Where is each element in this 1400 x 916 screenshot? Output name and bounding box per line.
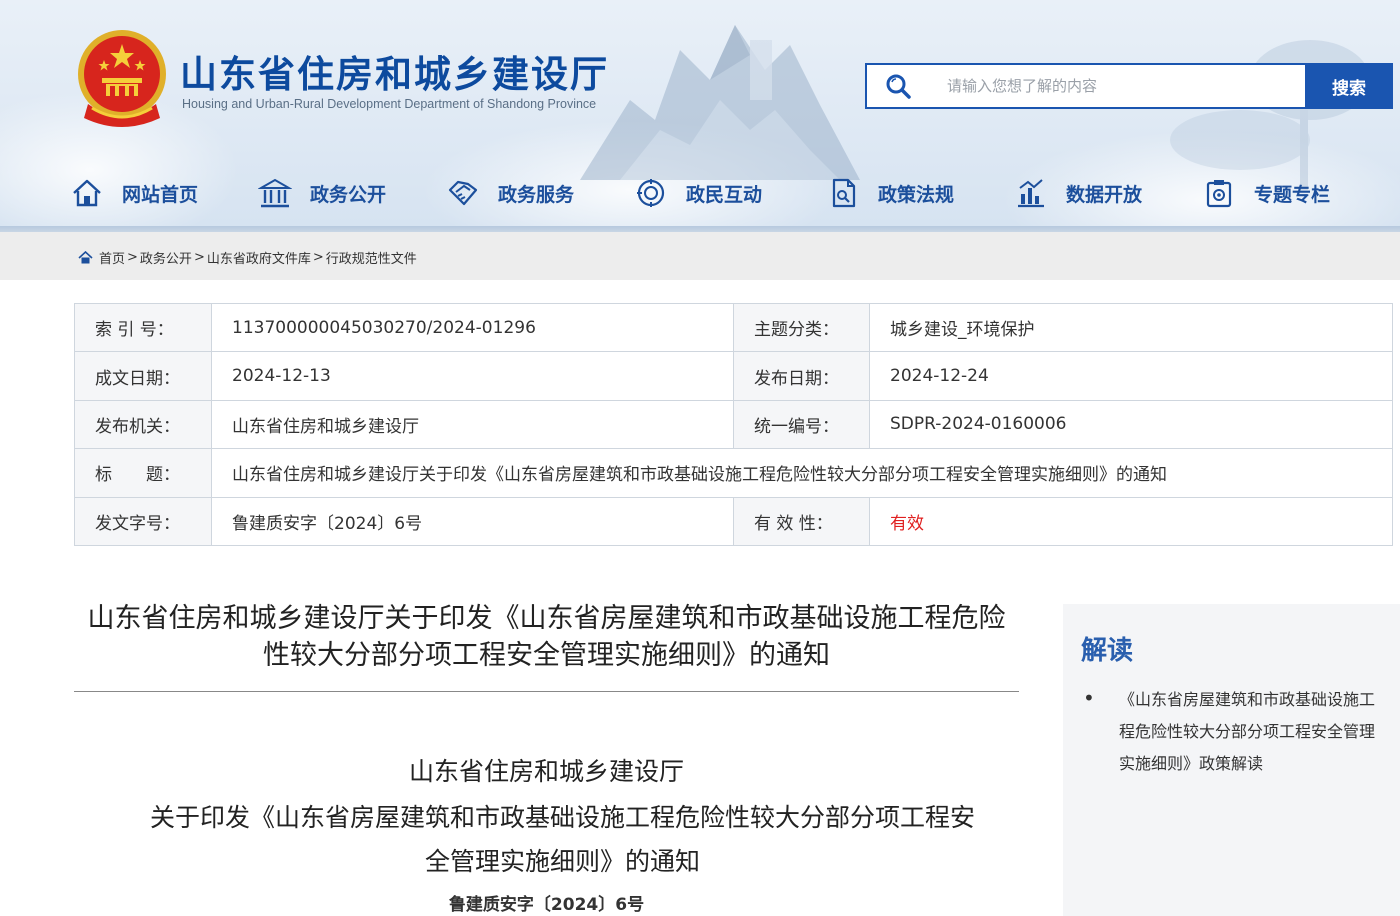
value-unified-number: SDPR-2024-0160006: [869, 399, 1393, 450]
nav-item-label: 专题专栏: [1254, 183, 1331, 206]
value-publish-date: 2024-12-24: [869, 351, 1393, 401]
label-written-date: 成文日期：: [74, 351, 212, 401]
interpretation-link[interactable]: 《山东省房屋建筑和市政基础设施工程危险性较大分部分项工程安全管理实施细则》政策解…: [1119, 684, 1379, 780]
nav-item-interaction[interactable]: 政民互动: [634, 170, 762, 216]
nav-item-label: 网站首页: [122, 183, 199, 206]
nav-item-label: 数据开放: [1066, 183, 1143, 206]
document-title: 关于印发《山东省房屋建筑和市政基础设施工程危险性较大分部分项工程安 全管理实施细…: [110, 796, 1015, 884]
label-title: 标 题：: [74, 448, 212, 498]
chat-icon: [637, 179, 665, 207]
main-nav: 网站首页 政务公开 政务服务 政民互动 政策法规 数据开放 专题专栏: [70, 170, 1390, 216]
search-button[interactable]: 搜索: [1305, 63, 1393, 109]
bullet-icon: •: [1083, 686, 1095, 710]
home-icon: [73, 179, 101, 207]
site-title[interactable]: 山东省住房和城乡建设厅: [180, 44, 609, 98]
nav-item-label: 政策法规: [878, 183, 955, 206]
national-emblem-logo: [78, 30, 166, 127]
nav-item-open-data[interactable]: 数据开放: [1014, 170, 1142, 216]
breadcrumb-separator: >: [127, 250, 138, 265]
document-icon: [832, 178, 856, 208]
value-title: 山东省住房和城乡建设厅关于印发《山东省房屋建筑和市政基础设施工程危险性较大分部分…: [211, 448, 1393, 498]
article-divider: [74, 691, 1019, 692]
label-validity: 有 效 性：: [733, 496, 870, 546]
table-row: 发文字号： 鲁建质安字〔2024〕6号 有 效 性： 有效: [74, 496, 1393, 546]
nav-item-gov-affairs[interactable]: 政务公开: [258, 170, 386, 216]
document-metadata-table: 索 引 号： 113700000045030270/2024-01296 主题分…: [74, 302, 1393, 546]
nav-item-home[interactable]: 网站首页: [70, 170, 198, 216]
government-building-icon: [258, 178, 292, 208]
list-item[interactable]: • 《山东省房屋建筑和市政基础设施工程危险性较大分部分项工程安全管理实施细则》政…: [1083, 684, 1383, 780]
nav-item-policies[interactable]: 政策法规: [826, 170, 954, 216]
home-icon: [78, 251, 93, 264]
article-title-line: 山东省住房和城乡建设厅关于印发《山东省房屋建筑和市政基础设施工程危险: [87, 603, 1006, 634]
handshake-icon: [448, 180, 478, 206]
document-number: 鲁建质安字〔2024〕6号: [448, 895, 645, 915]
table-row: 发布机关： 山东省住房和城乡建设厅 统一编号： SDPR-2024-016000…: [74, 399, 1393, 450]
table-row: 索 引 号： 113700000045030270/2024-01296 主题分…: [74, 302, 1393, 353]
value-topic-category: 城乡建设_环境保护: [869, 302, 1393, 353]
table-row: 成文日期： 2024-12-13 发布日期： 2024-12-24: [74, 351, 1393, 401]
table-row: 标 题： 山东省住房和城乡建设厅关于印发《山东省房屋建筑和市政基础设施工程危险性…: [74, 448, 1393, 498]
value-document-number: 鲁建质安字〔2024〕6号: [211, 496, 734, 546]
breadcrumb-separator: >: [193, 250, 205, 265]
site-header: 山东省住房和城乡建设厅 Housing and Urban-Rural Deve…: [0, 0, 1400, 226]
label-publish-date: 发布日期：: [733, 351, 870, 401]
label-document-number: 发文字号：: [74, 496, 212, 546]
interpretation-sidebar: 解读 • 《山东省房屋建筑和市政基础设施工程危险性较大分部分项工程安全管理实施细…: [1063, 604, 1400, 916]
breadcrumb-link-home[interactable]: 首页: [99, 248, 125, 267]
label-issuing-authority: 发布机关：: [74, 399, 212, 450]
search-input[interactable]: [945, 71, 1295, 101]
article-title-line: 性较大分部分项工程安全管理实施细则》的通知: [263, 640, 830, 671]
nav-item-label: 政民互动: [686, 183, 763, 206]
value-issuing-authority: 山东省住房和城乡建设厅: [211, 399, 734, 450]
label-unified-number: 统一编号：: [733, 399, 870, 450]
label-topic-category: 主题分类：: [733, 302, 870, 353]
breadcrumb-bar: 首页 > 政务公开 > 山东省政府文件库 > 行政规范性文件: [0, 232, 1400, 280]
breadcrumb-separator: >: [312, 250, 324, 265]
value-validity: 有效: [869, 496, 1393, 546]
label-index-number: 索 引 号：: [74, 302, 212, 353]
sidebar-title: 解读: [1081, 636, 1134, 666]
nav-item-label: 政务公开: [310, 183, 387, 206]
breadcrumb-link-normative-documents[interactable]: 行政规范性文件: [326, 248, 417, 267]
breadcrumb: 首页 > 政务公开 > 山东省政府文件库 > 行政规范性文件: [78, 248, 417, 267]
breadcrumb-link-document-library[interactable]: 山东省政府文件库: [207, 248, 311, 267]
search-icon: [886, 74, 911, 99]
nav-item-special-topics[interactable]: 专题专栏: [1202, 170, 1330, 216]
value-index-number: 113700000045030270/2024-01296: [211, 302, 734, 353]
breadcrumb-link-gov-affairs[interactable]: 政务公开: [140, 248, 192, 267]
data-chart-icon: [1018, 179, 1044, 208]
document-title-line: 全管理实施细则》的通知: [424, 847, 700, 876]
nav-item-label: 政务服务: [498, 183, 575, 206]
topic-icon: [1206, 180, 1232, 208]
site-subtitle: Housing and Urban-Rural Development Depa…: [182, 97, 597, 111]
search-box: 搜索: [865, 63, 1393, 109]
document-title-line: 关于印发《山东省房屋建筑和市政基础设施工程危险性较大分部分项工程安: [149, 803, 975, 832]
nav-item-gov-services[interactable]: 政务服务: [446, 170, 574, 216]
document-issuing-org: 山东省住房和城乡建设厅: [408, 757, 684, 786]
value-written-date: 2024-12-13: [211, 351, 734, 401]
article-title: 山东省住房和城乡建设厅关于印发《山东省房屋建筑和市政基础设施工程危险 性较大分部…: [74, 600, 1019, 674]
